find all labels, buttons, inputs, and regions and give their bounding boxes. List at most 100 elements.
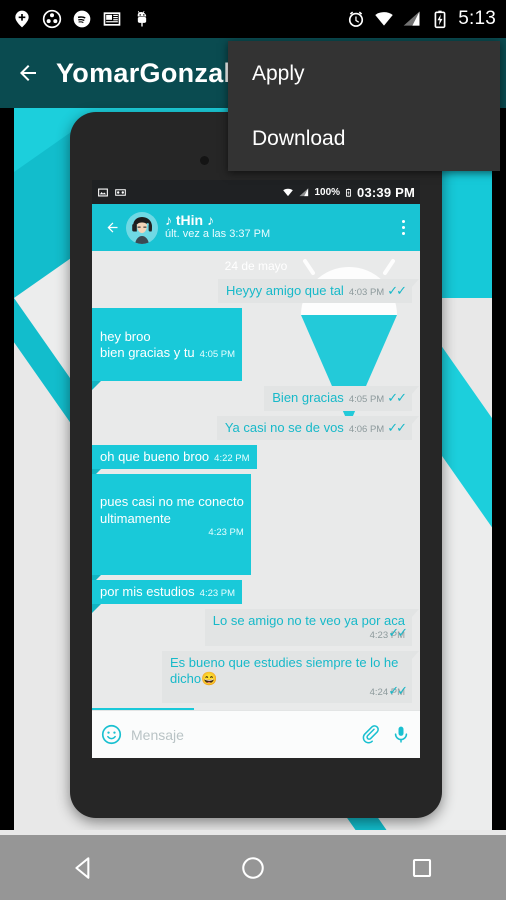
location-plus-icon [15, 10, 29, 28]
nav-back-button[interactable] [24, 835, 144, 900]
read-receipt-icon: ✓✓ [387, 419, 407, 435]
overflow-menu-icon [401, 226, 405, 229]
bubble-tail [92, 381, 101, 391]
menu-item-download[interactable]: Download [228, 106, 500, 171]
screen-root: 5:13 YomarGonzalez Apply Download 100% 0… [0, 0, 506, 900]
message-bubble-incoming: oh que bueno broo 4:22 PM [92, 444, 257, 478]
contact-avatar-icon [126, 211, 158, 244]
chat-contact-name: ♪ tHin ♪ [165, 211, 214, 228]
message-input[interactable]: Mensaje [122, 727, 351, 743]
menu-item-label: Download [252, 126, 346, 150]
message-row[interactable]: Ya casi no se de vos 4:06 PM ✓✓ [100, 415, 419, 440]
phone-screen: 100% 03:39 PM ♪ tHin ♪ últ. vez a las 3:… [92, 180, 420, 758]
bubble-tail [411, 415, 419, 425]
message-row[interactable]: pues siii4:25 PM [92, 707, 412, 710]
read-receipt-icon: ✓✓ [388, 625, 408, 641]
avatar[interactable] [126, 211, 158, 244]
message-time: 4:23 PM [208, 526, 244, 538]
nav-recents-icon [412, 858, 431, 877]
message-row[interactable]: oh que bueno broo 4:22 PM [92, 444, 412, 478]
message-bubble-incoming: pues siii4:25 PM [92, 707, 195, 710]
message-text: pues casi no me conecto ultimamente [100, 494, 244, 526]
message-bubble-outgoing: Ya casi no se de vos 4:06 PM ✓✓ [216, 415, 419, 440]
arrow-back-icon [20, 65, 36, 81]
message-text: Bien gracias [272, 390, 344, 406]
read-receipt-icon: ✓✓ [387, 283, 407, 298]
read-receipt-icon: ✓✓ [387, 390, 407, 406]
message-text: por mis estudios [100, 584, 195, 600]
chat-last-seen: últ. vez a las 3:37 PM [165, 228, 271, 241]
alarm-icon [349, 11, 364, 27]
voicemail-icon [115, 188, 126, 196]
image-icon [98, 188, 108, 196]
wifi-icon [375, 12, 393, 26]
message-row[interactable]: Bien gracias 4:05 PM ✓✓ [100, 386, 419, 411]
message-text: Es bueno que estudies siempre te lo he d… [170, 654, 399, 686]
chat-message-list[interactable]: 24 de mayo Heyyy amigo que tal 4:03 PM ✓✓ … [92, 251, 420, 710]
phone-camera-dot [200, 156, 209, 165]
message-bubble-incoming: pues casi no me conecto ultimamente 4:23 … [92, 474, 251, 585]
paperclip-icon[interactable] [361, 724, 381, 745]
inner-status-bar: 100% 03:39 PM [92, 180, 420, 204]
message-text: Lo se amigo no te veo ya por aca [212, 613, 405, 629]
arrow-back-icon [107, 222, 117, 233]
message-row[interactable]: Es bueno que estudies siempre te lo he d… [100, 650, 419, 703]
message-bubble-outgoing: Bien gracias 4:05 PM ✓✓ [264, 386, 419, 411]
battery-charging-icon [434, 10, 446, 29]
bubble-tail [411, 279, 419, 288]
phone-mockup: 100% 03:39 PM ♪ tHin ♪ últ. vez a las 3:… [70, 112, 442, 818]
signal-icon [299, 187, 309, 196]
chat-back-button[interactable] [98, 220, 126, 235]
nav-home-button[interactable] [193, 835, 313, 900]
message-row[interactable]: Heyyy amigo que tal 4:03 PM ✓✓ [100, 279, 419, 304]
menu-item-label: Apply [252, 61, 305, 85]
system-navigation-bar [0, 835, 506, 900]
message-input-bar: Mensaje [92, 710, 420, 758]
bubble-tail [411, 386, 419, 396]
message-row[interactable]: por mis estudios 4:23 PM [92, 580, 412, 614]
message-text: Heyyy amigo que tal [226, 283, 344, 298]
date-divider-label: 24 de mayo [224, 259, 288, 273]
message-bubble-outgoing: Es bueno que estudies siempre te lo he d… [162, 650, 419, 703]
microphone-icon[interactable] [391, 725, 411, 745]
status-bar-system-icons: 5:13 [346, 8, 506, 30]
message-text: oh que bueno broo [100, 448, 210, 464]
message-time: 4:06 PM [348, 423, 385, 435]
back-button[interactable] [0, 38, 56, 108]
message-bubble-incoming: por mis estudios 4:23 PM [92, 580, 243, 614]
read-receipt-icon: ✓✓ [388, 682, 408, 698]
news-layout-icon [103, 12, 121, 26]
message-row[interactable]: hey broo bien gracias y tu 4:05 PM [92, 308, 412, 391]
system-status-bar: 5:13 [0, 0, 506, 38]
message-text: Ya casi no se de vos [224, 419, 344, 435]
message-text: hey broo bien gracias y tu [100, 328, 195, 360]
battery-charging-icon [346, 188, 352, 197]
message-time: 4:05 PM [348, 394, 385, 406]
message-time: 4:03 PM [348, 287, 385, 298]
menu-item-apply[interactable]: Apply [228, 41, 500, 106]
chat-overflow-button[interactable] [392, 220, 414, 235]
overflow-menu: Apply Download [228, 41, 500, 171]
spotify-icon [73, 10, 91, 28]
battery-percent-label: 100% [314, 186, 341, 198]
message-row[interactable]: pues casi no me conecto ultimamente 4:23 … [92, 474, 412, 585]
message-time: 4:24 PM [369, 687, 405, 698]
emoji-icon[interactable] [101, 724, 122, 745]
circle-dots-icon [42, 9, 62, 29]
bubble-tail [92, 604, 101, 614]
inner-status-system-icons: 100% 03:39 PM [282, 185, 415, 200]
bubble-tail [411, 609, 419, 619]
message-time: 4:23 PM [199, 588, 236, 600]
chat-contact-info[interactable]: ♪ tHin ♪ últ. vez a las 3:37 PM [165, 211, 392, 242]
inner-status-clock: 03:39 PM [357, 184, 415, 200]
status-bar-notification-icons [0, 9, 152, 29]
overflow-menu-icon [401, 220, 405, 223]
nav-home-icon [242, 856, 264, 879]
overflow-menu-icon [401, 232, 405, 235]
chat-header: ♪ tHin ♪ últ. vez a las 3:37 PM [92, 204, 420, 251]
bubble-tail [411, 650, 419, 660]
message-row[interactable]: Lo se amigo no te veo ya por aca 4:23 PM ✓… [100, 609, 419, 646]
nav-back-icon [75, 856, 90, 879]
nav-recents-button[interactable] [362, 835, 482, 900]
signal-icon [403, 11, 420, 26]
